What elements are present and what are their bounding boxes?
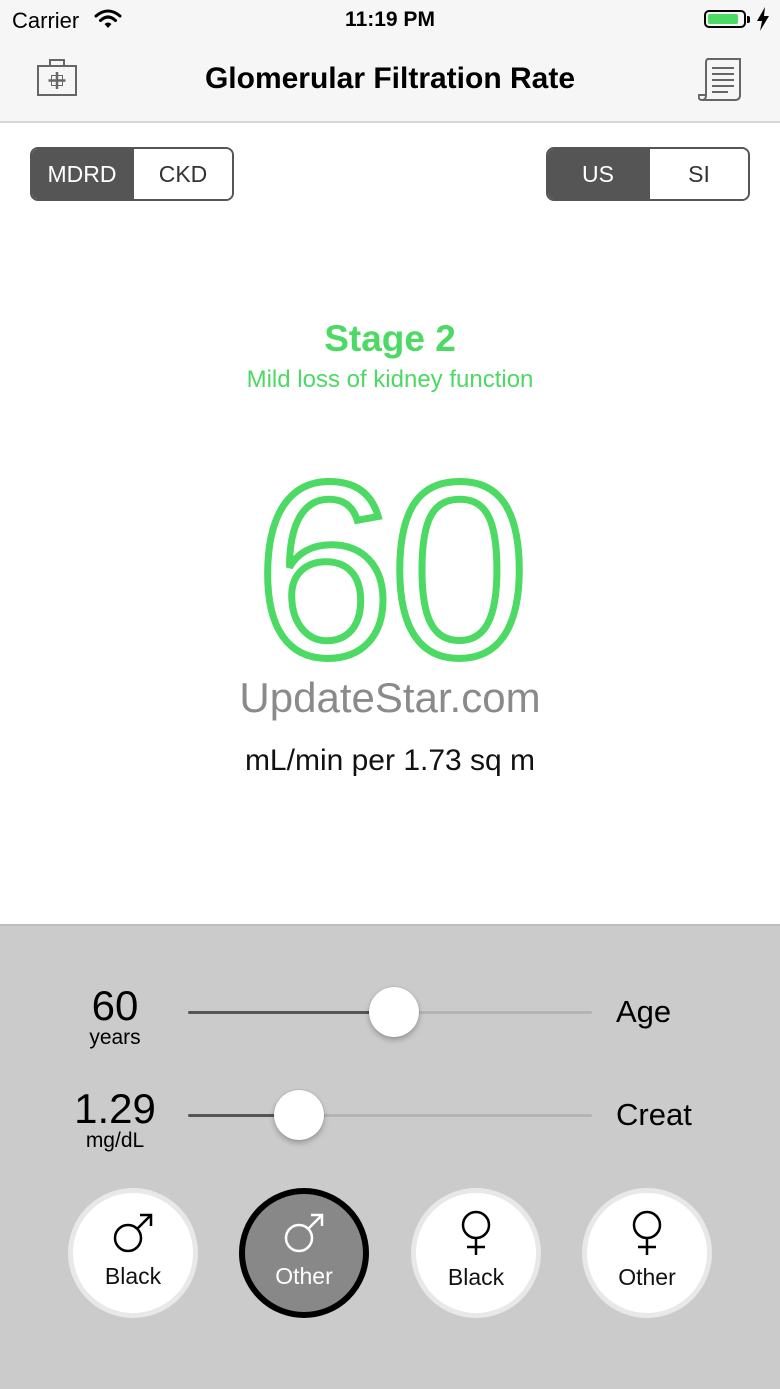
demographic-label: Other — [618, 1264, 676, 1290]
age-slider-fill — [188, 1011, 395, 1014]
clock: 11:19 PM — [345, 8, 435, 31]
demographic-label: Black — [447, 1264, 505, 1290]
male-other-button[interactable]: Other — [239, 1188, 369, 1318]
female-icon — [456, 1209, 496, 1262]
demographic-label: Black — [104, 1263, 162, 1289]
segment-us[interactable]: US — [548, 149, 648, 199]
age-value: 60 — [91, 982, 139, 1029]
formula-segmented-control: MDRD CKD — [30, 147, 234, 201]
segment-ckd[interactable]: CKD — [132, 149, 232, 199]
female-icon — [627, 1209, 667, 1262]
age-label: Age — [616, 994, 672, 1029]
status-bar: Carrier 11:19 PM — [0, 0, 780, 40]
creat-label: Creat — [616, 1097, 692, 1132]
report-icon[interactable] — [697, 55, 744, 108]
creat-slider[interactable] — [188, 1090, 592, 1140]
female-other-button[interactable]: Other — [582, 1188, 712, 1318]
age-slider-thumb[interactable] — [369, 987, 420, 1037]
units-segmented-control: US SI — [546, 147, 750, 201]
creat-slider-thumb[interactable] — [274, 1090, 325, 1140]
creat-value: 1.29 — [74, 1085, 156, 1132]
female-black-button[interactable]: Black — [411, 1188, 541, 1318]
charging-bolt-icon — [756, 6, 770, 37]
page-title: Glomerular Filtration Rate — [204, 62, 576, 95]
nav-bar: Glomerular Filtration Rate — [0, 40, 780, 123]
watermark: UpdateStar.com — [239, 674, 541, 721]
segment-mdrd[interactable]: MDRD — [32, 149, 132, 199]
age-slider[interactable] — [188, 987, 592, 1037]
demographic-label: Other — [275, 1263, 333, 1289]
male-icon — [110, 1210, 156, 1261]
male-black-button[interactable]: Black — [68, 1188, 198, 1318]
battery-icon — [704, 10, 750, 28]
creat-unit: mg/dL — [85, 1129, 145, 1152]
stage-description: Mild loss of kidney function — [246, 366, 534, 393]
male-icon — [281, 1210, 327, 1261]
segment-si[interactable]: SI — [648, 149, 748, 199]
stage-title: Stage 2 — [324, 318, 456, 359]
age-unit: years — [89, 1026, 141, 1049]
gfr-unit: mL/min per 1.73 sq m — [244, 744, 536, 777]
